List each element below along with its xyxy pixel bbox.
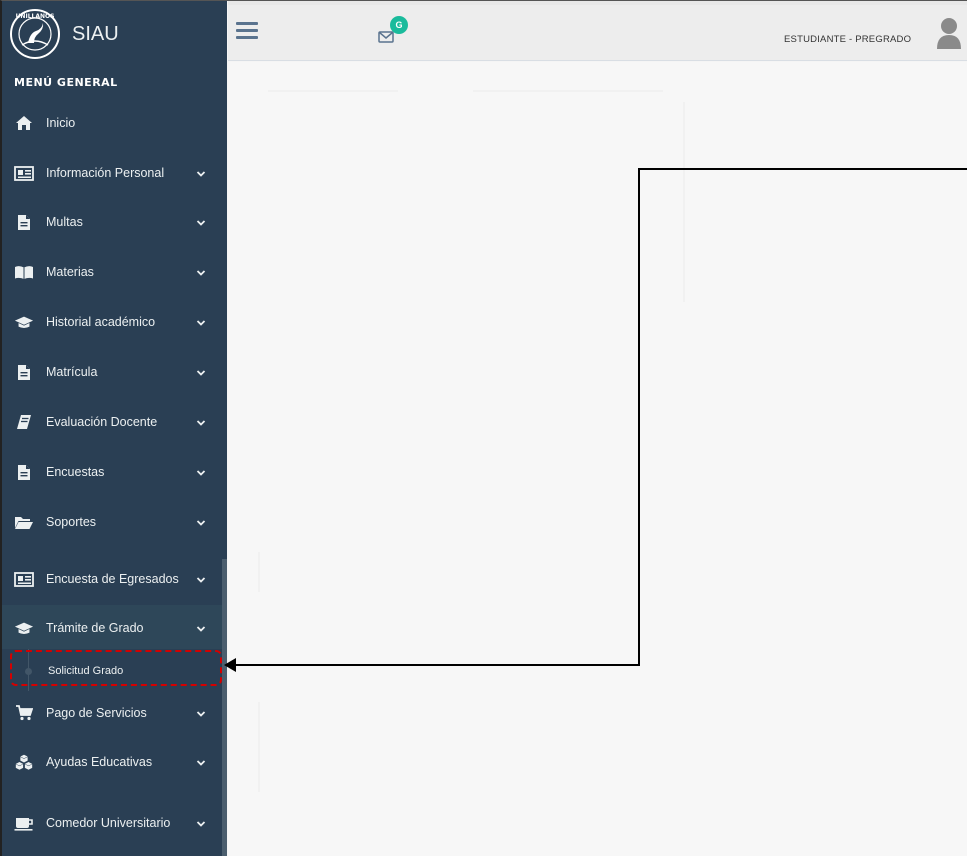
sidebar-item-label: Pago de Servicios bbox=[46, 706, 147, 720]
chevron-down-icon[interactable] bbox=[195, 316, 207, 328]
university-logo: UNILLANOS bbox=[10, 9, 60, 59]
home-icon bbox=[14, 114, 34, 132]
chevron-down-icon[interactable] bbox=[195, 466, 207, 478]
cart-icon bbox=[14, 704, 34, 722]
placeholder-line bbox=[683, 102, 685, 302]
main-content bbox=[228, 62, 967, 856]
sidebar-item-label: Ayudas Educativas bbox=[46, 755, 153, 769]
chevron-down-icon[interactable] bbox=[195, 266, 207, 278]
sidebar-item-ayudas-educativas[interactable]: Ayudas Educativas bbox=[2, 747, 220, 777]
placeholder-line bbox=[268, 90, 398, 92]
notifications-button[interactable]: G bbox=[376, 16, 408, 45]
sidebar-item-label: Matrícula bbox=[46, 365, 98, 379]
sidebar-item-label: Evaluación Docente bbox=[46, 415, 158, 429]
app-window: UNILLANOS SIAU MENÚ GENERAL Solicitud Gr… bbox=[0, 0, 967, 856]
brand-name[interactable]: SIAU bbox=[72, 23, 119, 46]
logo-text: UNILLANOS bbox=[16, 13, 55, 20]
placeholder-line bbox=[473, 90, 663, 92]
chevron-down-icon[interactable] bbox=[195, 622, 207, 634]
menu-title: MENÚ GENERAL bbox=[14, 76, 118, 89]
sidebar-item-label: Encuesta de Egresados bbox=[46, 572, 179, 586]
sidebar-item-label: Inicio bbox=[46, 116, 76, 130]
top-navbar: G ESTUDIANTE - PREGRADO bbox=[228, 5, 967, 61]
sidebar-item-label: Historial académico bbox=[46, 315, 156, 329]
sidebar-item-label: Encuestas bbox=[46, 465, 105, 479]
sidebar-item-pago-de-servicios[interactable]: Pago de Servicios bbox=[2, 698, 220, 728]
sidebar-item-soportes[interactable]: Soportes bbox=[2, 507, 220, 537]
sidebar-item-encuestas[interactable]: Encuestas bbox=[2, 457, 220, 487]
sidebar-item-matricula[interactable]: Matrícula bbox=[2, 357, 220, 387]
chevron-down-icon[interactable] bbox=[195, 707, 207, 719]
sidebar-scrollbar[interactable] bbox=[222, 559, 227, 856]
chevron-down-icon[interactable] bbox=[195, 366, 207, 378]
file-icon bbox=[14, 463, 34, 481]
file-icon bbox=[14, 363, 34, 381]
menu-toggle-icon[interactable] bbox=[236, 22, 258, 40]
graduation-cap-icon bbox=[14, 313, 34, 331]
file-icon bbox=[14, 213, 34, 231]
chevron-down-icon[interactable] bbox=[195, 516, 207, 528]
placeholder-line bbox=[258, 702, 260, 792]
id-card-icon bbox=[14, 164, 34, 182]
sidebar-item-multas[interactable]: Multas bbox=[2, 207, 220, 237]
sidebar-item-label: Trámite de Grado bbox=[46, 621, 144, 635]
book-tilted-icon bbox=[14, 413, 34, 431]
chevron-down-icon[interactable] bbox=[195, 573, 207, 585]
sidebar-item-tramite-de-grado[interactable]: Trámite de Grado bbox=[2, 613, 220, 643]
chevron-down-icon[interactable] bbox=[195, 167, 207, 179]
folder-open-icon bbox=[14, 513, 34, 531]
sidebar-item-label: Multas bbox=[46, 215, 83, 229]
sidebar-item-historial-academico[interactable]: Historial académico bbox=[2, 307, 220, 337]
chevron-down-icon[interactable] bbox=[195, 216, 207, 228]
sidebar-item-label: Materias bbox=[46, 265, 94, 279]
sidebar-item-label: Soportes bbox=[46, 515, 97, 529]
brand[interactable]: UNILLANOS SIAU bbox=[2, 1, 227, 67]
placeholder-line bbox=[258, 552, 260, 592]
sidebar-item-inicio[interactable]: Inicio bbox=[2, 108, 220, 138]
sidebar-item-comedor-universitario[interactable]: Comedor Universitario bbox=[2, 808, 220, 838]
user-avatar-icon[interactable] bbox=[934, 15, 964, 49]
sidebar: UNILLANOS SIAU MENÚ GENERAL Solicitud Gr… bbox=[2, 1, 227, 856]
sidebar-item-evaluacion-docente[interactable]: Evaluación Docente bbox=[2, 407, 220, 437]
chevron-down-icon[interactable] bbox=[195, 817, 207, 829]
sidebar-item-label: Comedor Universitario bbox=[46, 816, 171, 830]
sidebar-item-materias[interactable]: Materias bbox=[2, 257, 220, 287]
sidebar-item-label: Información Personal bbox=[46, 166, 165, 180]
sidebar-item-encuesta-de-egresados[interactable]: Encuesta de Egresados bbox=[2, 564, 220, 594]
cubes-icon bbox=[14, 753, 34, 771]
sidebar-item-informacion-personal[interactable]: Información Personal bbox=[2, 158, 220, 188]
chevron-down-icon[interactable] bbox=[195, 756, 207, 768]
highlight-annotation-box bbox=[10, 650, 222, 686]
book-icon bbox=[14, 263, 34, 281]
graduation-cap-icon bbox=[14, 619, 34, 637]
id-card-icon bbox=[14, 570, 34, 588]
notification-badge: G bbox=[390, 16, 408, 34]
chevron-down-icon[interactable] bbox=[195, 416, 207, 428]
user-role[interactable]: ESTUDIANTE - PREGRADO bbox=[784, 34, 911, 45]
coffee-cup-icon bbox=[14, 814, 34, 832]
